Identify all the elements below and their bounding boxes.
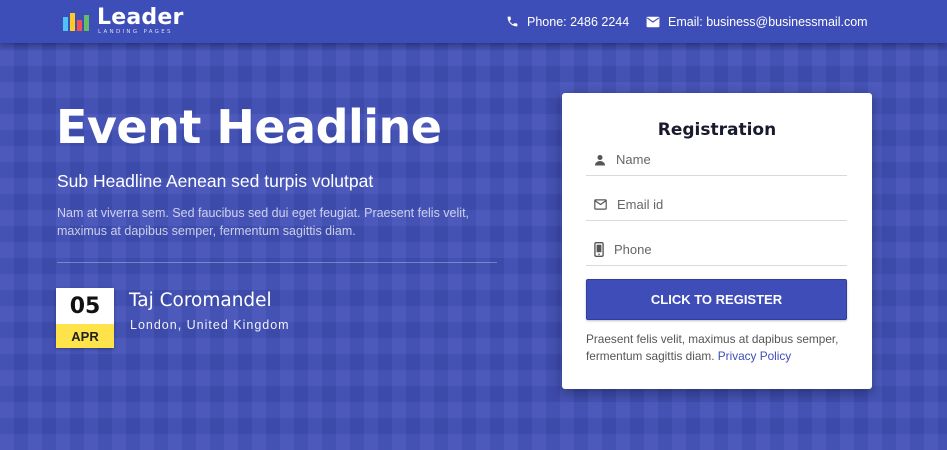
event-description: Nam at viverra sem. Sed faucibus sed dui… <box>57 206 470 238</box>
register-button[interactable]: CLICK TO REGISTER <box>586 279 847 320</box>
registration-title: Registration <box>657 120 777 140</box>
email-input[interactable] <box>617 197 817 212</box>
envelope-icon <box>646 16 660 27</box>
event-location: London, United Kingdom <box>130 318 290 332</box>
name-field[interactable] <box>586 144 847 176</box>
header-phone-label: Phone: 2486 2244 <box>527 14 630 29</box>
header-email[interactable]: Email: business@businessmail.com <box>646 0 868 43</box>
event-day: 05 <box>69 293 101 319</box>
event-subheadline: Sub Headline Aenean sed turpis volutpat <box>57 171 374 191</box>
event-venue: Taj Coromandel <box>129 290 272 311</box>
top-navbar: Leader LANDING PAGES Phone: 2486 2244 Em… <box>0 0 947 43</box>
name-input[interactable] <box>616 152 816 167</box>
person-icon <box>595 154 605 165</box>
phone-input[interactable] <box>614 242 814 257</box>
brand-name: Leader <box>97 5 184 30</box>
brand-logo[interactable]: Leader LANDING PAGES <box>63 7 184 36</box>
event-headline: Event Headline <box>56 100 442 154</box>
event-month: APR <box>56 324 114 348</box>
hero-divider <box>57 262 497 263</box>
privacy-policy-link[interactable]: Privacy Policy <box>718 349 791 363</box>
form-note-text: Praesent felis velit, maximus at dapibus… <box>586 332 839 363</box>
email-field[interactable] <box>586 189 847 221</box>
bar-chart-logo-icon <box>63 11 89 32</box>
header-email-label: Email: business@businessmail.com <box>668 14 868 29</box>
mobile-phone-icon <box>594 242 604 257</box>
phone-icon <box>507 16 518 27</box>
phone-field[interactable] <box>586 234 847 266</box>
email-icon <box>594 199 607 210</box>
registration-form: Registration CLICK TO REGISTER Praesent … <box>562 93 872 389</box>
form-disclaimer: Praesent felis velit, maximus at dapibus… <box>586 331 854 365</box>
brand-tagline: LANDING PAGES <box>98 29 173 35</box>
event-date-badge: 05 APR <box>56 288 114 348</box>
header-phone[interactable]: Phone: 2486 2244 <box>506 0 629 43</box>
